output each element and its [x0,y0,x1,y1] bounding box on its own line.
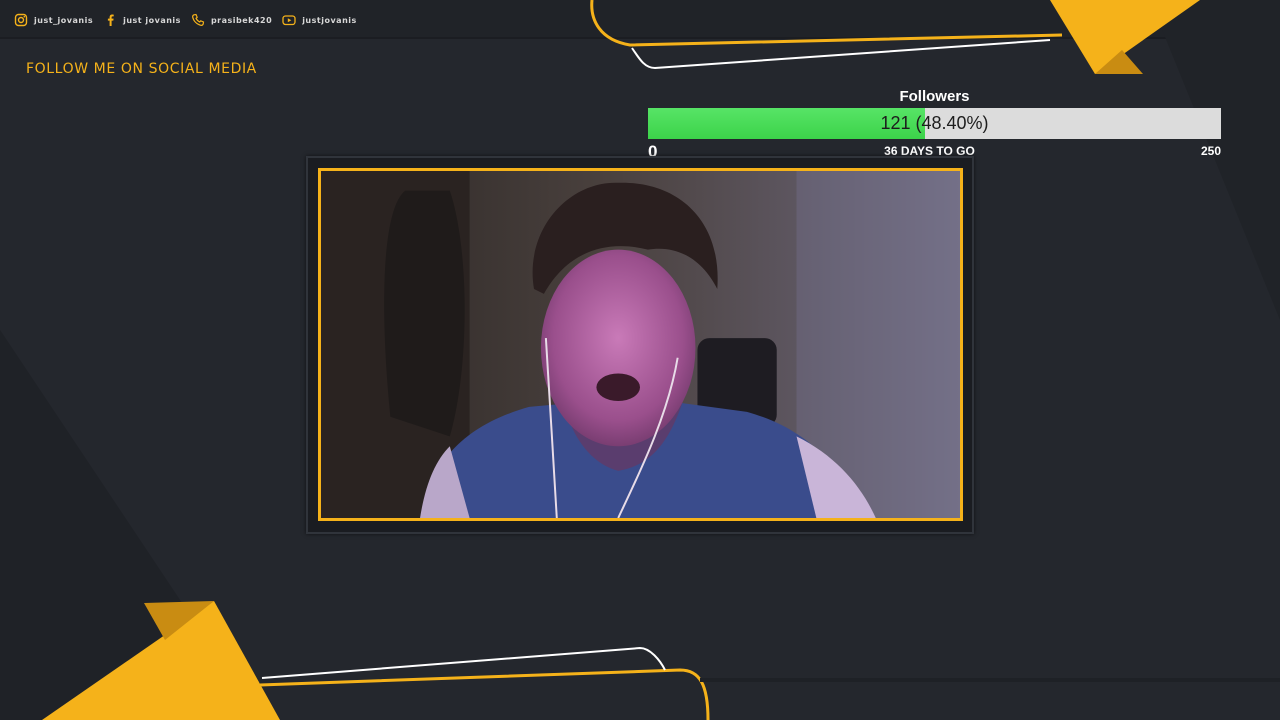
goal-max-label: 250 [1200,144,1221,158]
followers-goal-widget: Followers 121 (48.40%) 0 36 DAYS TO GO 2… [648,86,1221,162]
social-label-instagram: just_jovanis [34,15,94,25]
facebook-icon [107,14,114,26]
instagram-icon [14,13,28,27]
goal-title: Followers [899,88,970,105]
goal-current-value: 121 (48.40%) [880,113,989,133]
phone-icon [191,13,205,26]
social-item-facebook[interactable]: just jovanis [103,13,181,27]
social-item-youtube[interactable]: justjovanis [282,13,357,27]
social-item-instagram[interactable]: just_jovanis [14,13,93,27]
goal-progress-track: 121 (48.40%) [648,108,1221,139]
webcam-frame [318,168,963,521]
social-item-phone[interactable]: prasibek420 [191,13,272,27]
social-label-facebook: just jovanis [123,15,181,25]
follow-heading: FOLLOW ME ON SOCIAL MEDIA [26,61,257,77]
social-bar: just_jovanis just jovanis prasibek420 ju… [0,0,600,40]
youtube-icon [282,15,296,26]
webcam-feed-image [321,171,960,518]
social-label-youtube: justjovanis [302,15,357,25]
social-label-phone: prasibek420 [210,15,273,25]
